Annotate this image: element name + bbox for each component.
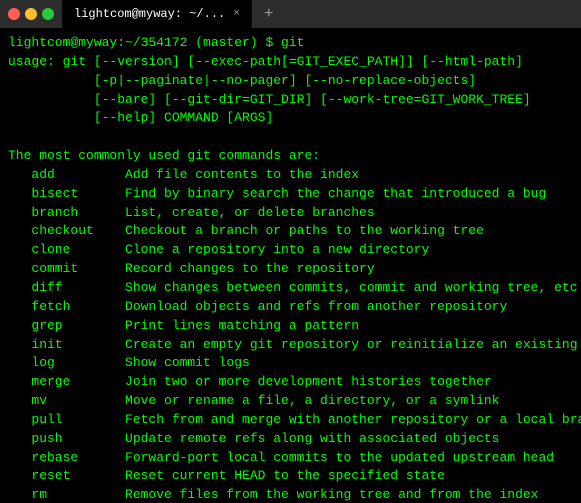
terminal-line: rebase Forward-port local commits to the… [8,449,573,468]
terminal-line: init Create an empty git repository or r… [8,336,573,355]
terminal-line: reset Reset current HEAD to the specifie… [8,467,573,486]
terminal-line: log Show commit logs [8,354,573,373]
terminal-line: checkout Checkout a branch or paths to t… [8,222,573,241]
terminal-line: The most commonly used git commands are: [8,147,573,166]
tab-label: lightcom@myway: ~/... [74,7,225,21]
terminal-line: grep Print lines matching a pattern [8,317,573,336]
terminal-line: [--bare] [--git-dir=GIT_DIR] [--work-tre… [8,91,573,110]
active-tab[interactable]: lightcom@myway: ~/... × [62,0,253,28]
terminal-line: rm Remove files from the working tree an… [8,486,573,503]
terminal-line [8,128,573,147]
title-bar: lightcom@myway: ~/... × + [0,0,581,28]
terminal-line: fetch Download objects and refs from ano… [8,298,573,317]
terminal-line: [-p|--paginate|--no-pager] [--no-replace… [8,72,573,91]
terminal-line: clone Clone a repository into a new dire… [8,241,573,260]
plus-icon: + [264,5,274,23]
terminal-line: diff Show changes between commits, commi… [8,279,573,298]
prompt-text: lightcom@myway:~/354172 (master) $ git [8,35,304,50]
close-btn[interactable] [8,8,20,20]
window-controls [8,8,54,20]
terminal-line: commit Record changes to the repository [8,260,573,279]
terminal-line: bisect Find by binary search the change … [8,185,573,204]
terminal-line: [--help] COMMAND [ARGS] [8,109,573,128]
terminal-line: add Add file contents to the index [8,166,573,185]
maximize-btn[interactable] [42,8,54,20]
output-lines: usage: git [--version] [--exec-path[=GIT… [8,53,573,503]
terminal-line: merge Join two or more development histo… [8,373,573,392]
terminal-line: pull Fetch from and merge with another r… [8,411,573,430]
terminal-line: mv Move or rename a file, a directory, o… [8,392,573,411]
new-tab-button[interactable]: + [257,2,281,26]
terminal-line: usage: git [--version] [--exec-path[=GIT… [8,53,573,72]
prompt-line-1: lightcom@myway:~/354172 (master) $ git [8,34,573,53]
tab-close-icon[interactable]: × [233,8,240,20]
terminal-line: branch List, create, or delete branches [8,204,573,223]
minimize-btn[interactable] [25,8,37,20]
terminal-line: push Update remote refs along with assoc… [8,430,573,449]
terminal[interactable]: lightcom@myway:~/354172 (master) $ git u… [0,28,581,503]
tab-bar: lightcom@myway: ~/... × + [62,0,573,28]
